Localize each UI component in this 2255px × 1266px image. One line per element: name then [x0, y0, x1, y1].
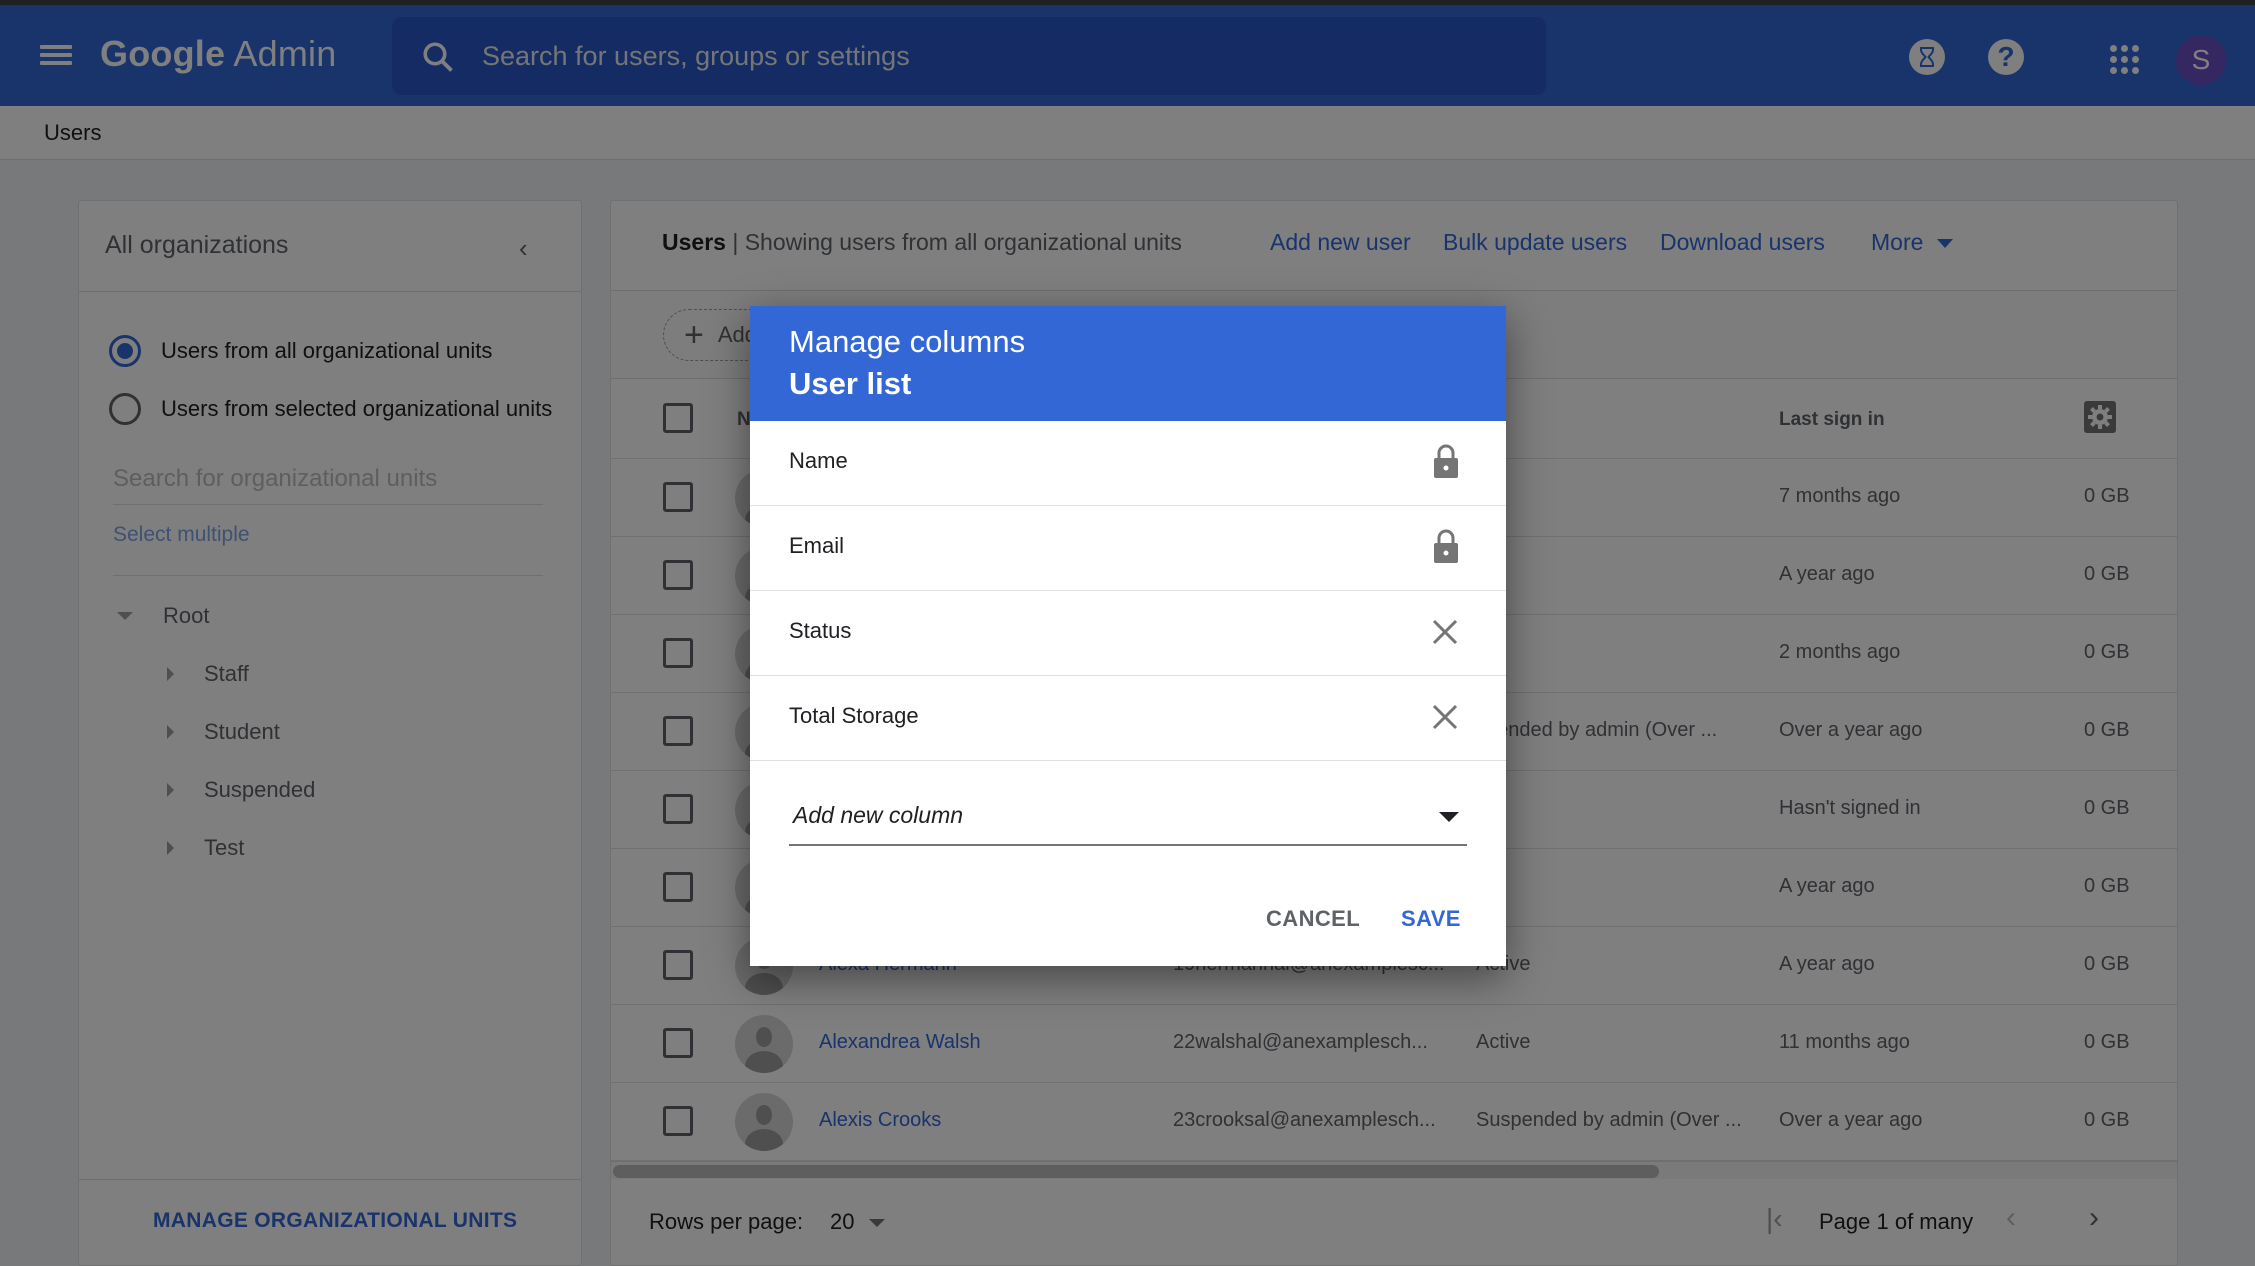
- column-row-total-storage: Total Storage: [750, 676, 1506, 761]
- column-label: Status: [789, 618, 852, 643]
- save-button[interactable]: SAVE: [1401, 906, 1461, 932]
- add-new-column-placeholder: Add new column: [793, 802, 964, 828]
- column-label: Total Storage: [789, 703, 919, 728]
- dropdown-arrow-icon: [1439, 812, 1459, 822]
- dialog-header: Manage columns User list: [750, 306, 1506, 421]
- close-icon[interactable]: [1430, 617, 1460, 647]
- lock-icon: [1434, 444, 1458, 478]
- close-icon[interactable]: [1430, 702, 1460, 732]
- add-new-column-select[interactable]: Add new column: [789, 786, 1467, 846]
- manage-columns-dialog: Manage columns User list Name Email Stat…: [750, 306, 1506, 966]
- lock-icon: [1434, 529, 1458, 563]
- column-row-status: Status: [750, 591, 1506, 676]
- column-row-email: Email: [750, 506, 1506, 591]
- column-row-name: Name: [750, 421, 1506, 506]
- column-label: Name: [789, 448, 848, 473]
- cancel-button[interactable]: CANCEL: [1266, 906, 1360, 932]
- column-label: Email: [789, 533, 845, 558]
- dialog-title: Manage columns: [789, 324, 1026, 359]
- dialog-subtitle: User list: [789, 366, 912, 401]
